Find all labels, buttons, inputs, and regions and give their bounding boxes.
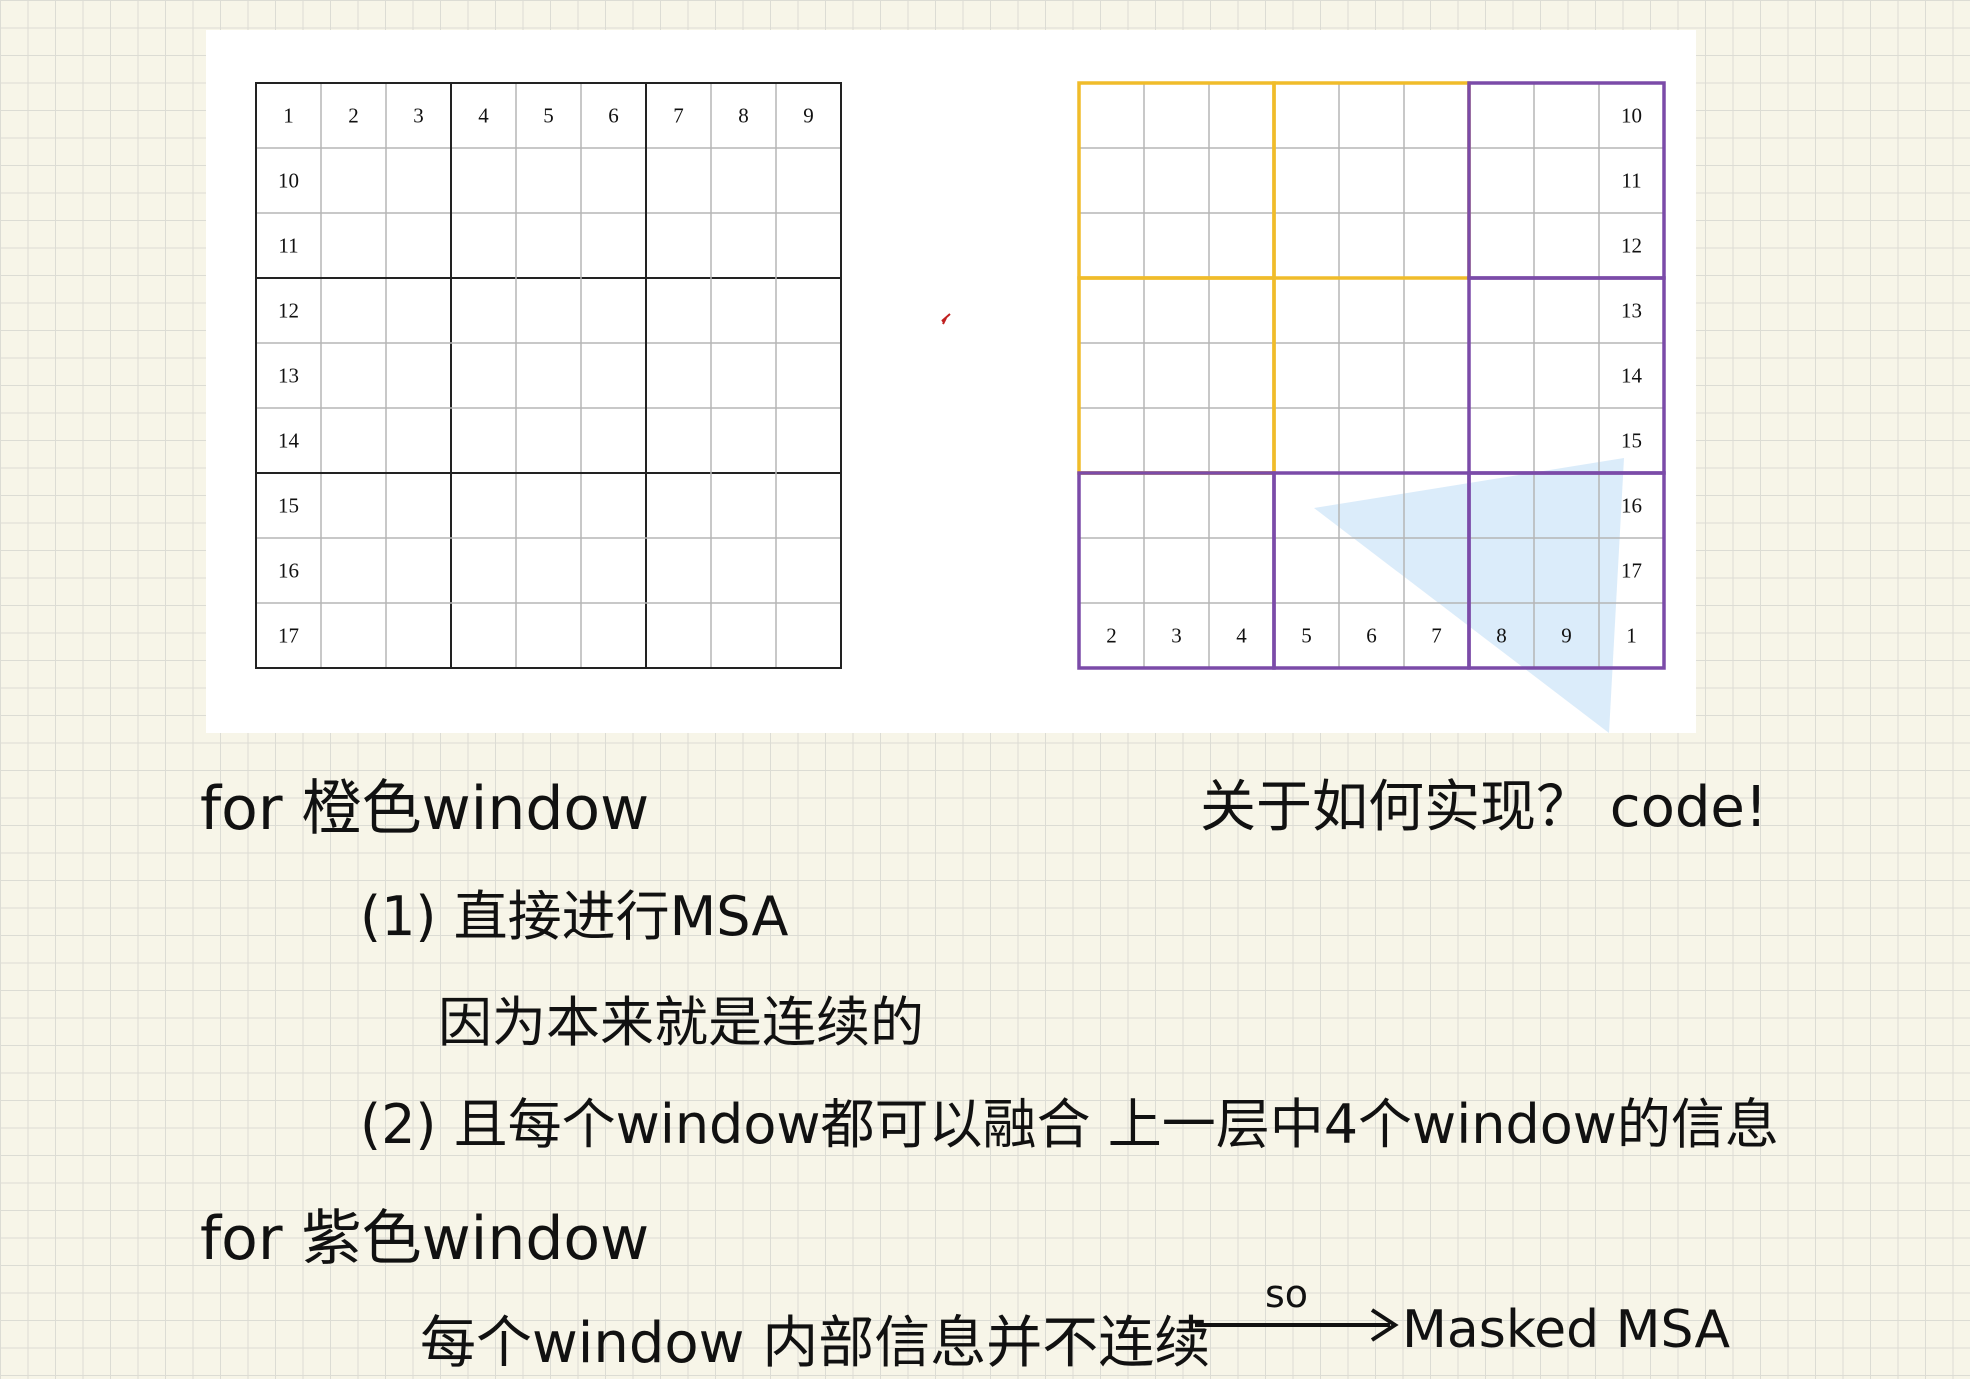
right-side-label: 16 <box>1621 493 1642 517</box>
right-bottom-label: 4 <box>1236 623 1247 647</box>
right-bottom-label: 8 <box>1496 623 1507 647</box>
left-top-label: 8 <box>738 103 749 127</box>
left-side-label: 11 <box>278 233 298 257</box>
right-side-label: 14 <box>1621 363 1643 387</box>
left-top-label: 6 <box>608 103 619 127</box>
left-top-label: 1 <box>283 103 294 127</box>
left-top-label: 2 <box>348 103 359 127</box>
left-side-label: 16 <box>278 558 299 582</box>
right-bottom-label: 7 <box>1431 623 1442 647</box>
right-bottom-label: 1 <box>1626 623 1637 647</box>
left-side-label: 15 <box>278 493 299 517</box>
right-bottom-label: 6 <box>1366 623 1377 647</box>
right-bottom-label: 9 <box>1561 623 1572 647</box>
left-top-label: 3 <box>413 103 424 127</box>
right-bottom-label: 2 <box>1106 623 1117 647</box>
orange-window <box>1079 278 1276 475</box>
left-top-label: 7 <box>673 103 684 127</box>
left-top-label: 5 <box>543 103 554 127</box>
right-side-label: 11 <box>1621 168 1641 192</box>
so-label: so <box>1265 1272 1309 1316</box>
note-line-6: 每个window 内部信息并不连续 <box>420 1311 1211 1376</box>
orange-window <box>1077 276 1276 475</box>
right-side-label: 15 <box>1621 428 1642 452</box>
note-line-1-right: 关于如何实现？ code! <box>1200 775 1768 840</box>
note-line-1: for 橙色window <box>200 774 650 844</box>
figure-svg: 1 2 3 4 5 6 7 8 91011121314151617101112131415161… <box>255 81 1666 733</box>
left-grid-border <box>255 82 842 669</box>
pen-mark-icon <box>941 313 951 325</box>
left-side-label: 10 <box>278 168 299 192</box>
orange-window <box>1272 81 1471 280</box>
left-side-label: 17 <box>278 623 299 647</box>
left-top-label: 4 <box>478 103 489 127</box>
left-side-label: 13 <box>278 363 299 387</box>
note-line-5: for 紫色window <box>200 1204 650 1274</box>
right-bottom-label: 5 <box>1301 623 1312 647</box>
right-side-label: 10 <box>1621 103 1642 127</box>
note-line-4: (2) 且每个window都可以融合 上一层中4个window的信息 <box>360 1093 1779 1156</box>
orange-window <box>1077 81 1276 280</box>
note-line-2: (1) 直接进行MSA <box>360 885 789 948</box>
left-side-label: 12 <box>278 298 299 322</box>
right-bottom-label: 3 <box>1171 623 1182 647</box>
right-side-label: 17 <box>1621 558 1642 582</box>
note-line-6-end: Masked MSA <box>1402 1300 1731 1360</box>
right-side-label: 12 <box>1621 233 1642 257</box>
left-side-label: 14 <box>278 428 300 452</box>
right-side-label: 13 <box>1621 298 1642 322</box>
left-top-label: 9 <box>803 103 814 127</box>
pasted-figure: 1 2 3 4 5 6 7 8 9 10 11 12 13 14 15 16 17 10 11 12 13 14 15 16 1… <box>206 30 1696 733</box>
note-line-3: 因为本来就是连续的 <box>438 991 924 1054</box>
